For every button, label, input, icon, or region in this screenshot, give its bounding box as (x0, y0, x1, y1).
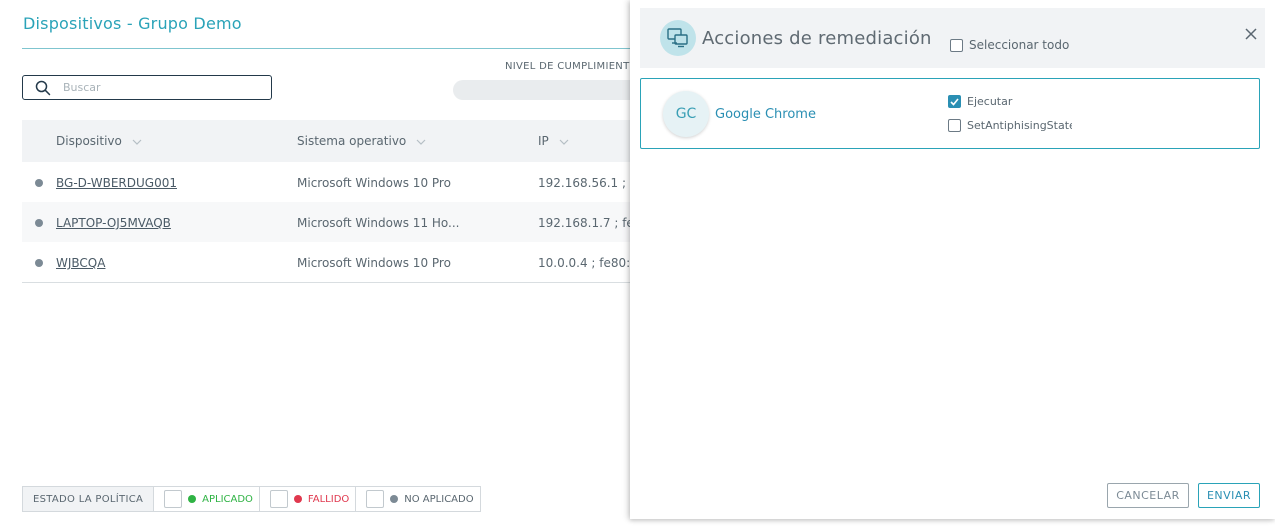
column-header-label: Dispositivo (56, 134, 122, 148)
policy-status-legend: ESTADO LA POLÍTICA APLICADO FALLIDO NO A… (22, 486, 481, 512)
chevron-down-icon (416, 136, 426, 146)
status-dot (390, 495, 399, 503)
devices-table: Dispositivo Sistema operativo IP BG-D-WB… (22, 120, 653, 283)
legend-label: ESTADO LA POLÍTICA (23, 487, 155, 511)
table-divider (22, 282, 642, 283)
search-box[interactable] (22, 75, 272, 100)
select-all-checkbox[interactable]: Seleccionar todo (950, 38, 1069, 52)
panel-header: Acciones de remediación Seleccionar todo (640, 8, 1265, 68)
app-name: Google Chrome (715, 107, 816, 122)
search-icon (35, 80, 51, 96)
checkbox-checked[interactable] (948, 95, 961, 108)
status-dot (293, 495, 302, 503)
cancel-button[interactable]: CANCELAR (1107, 483, 1189, 508)
compliance-bar (453, 80, 643, 100)
search-input[interactable] (63, 81, 243, 94)
status-dot (188, 495, 197, 503)
column-header-os[interactable]: Sistema operativo (297, 134, 426, 148)
legend-checkbox[interactable] (269, 490, 288, 508)
os-cell: Microsoft Windows 11 Ho... (297, 216, 460, 230)
option-setantiphisingstate[interactable]: SetAntiphisingState (948, 119, 1072, 132)
status-dot (35, 219, 43, 227)
close-icon[interactable] (1243, 26, 1259, 42)
legend-item-not-applied[interactable]: NO APLICADO (356, 487, 479, 511)
select-all-label: Seleccionar todo (969, 38, 1070, 52)
device-link[interactable]: LAPTOP-OJ5MVAQB (56, 216, 171, 230)
table-row: WJBCQA Microsoft Windows 10 Pro 10.0.0.4… (22, 242, 642, 282)
checkbox[interactable] (950, 38, 963, 52)
page-title: Dispositivos - Grupo Demo (23, 14, 242, 33)
table-row: LAPTOP-OJ5MVAQB Microsoft Windows 11 Ho.… (22, 202, 649, 242)
check-icon (950, 98, 959, 106)
option-label: SetAntiphisingState (967, 119, 1072, 132)
column-header-ip[interactable]: IP (538, 134, 569, 148)
table-row: BG-D-WBERDUG001 Microsoft Windows 10 Pro… (22, 162, 653, 202)
legend-item-applied[interactable]: APLICADO (154, 487, 259, 511)
os-cell: Microsoft Windows 10 Pro (297, 256, 451, 270)
legend-checkbox[interactable] (366, 490, 385, 508)
legend-item-label: FALLIDO (307, 493, 350, 505)
app-card: GC Google Chrome Ejecutar SetAntiphising… (640, 78, 1260, 149)
os-cell: Microsoft Windows 10 Pro (297, 176, 451, 190)
chevron-down-icon (132, 136, 142, 146)
send-button[interactable]: ENVIAR (1198, 483, 1260, 508)
legend-checkbox[interactable] (164, 490, 183, 508)
checkbox[interactable] (948, 119, 961, 132)
device-link[interactable]: BG-D-WBERDUG001 (56, 176, 177, 190)
avatar: GC (663, 91, 709, 137)
column-header-device[interactable]: Dispositivo (56, 134, 142, 148)
chevron-down-icon (559, 136, 569, 146)
option-ejecutar[interactable]: Ejecutar (948, 95, 1012, 108)
column-header-label: Sistema operativo (297, 134, 407, 148)
status-dot (35, 179, 43, 187)
panel-title: Acciones de remediación (702, 28, 932, 49)
table-header: Dispositivo Sistema operativo IP (22, 120, 642, 162)
devices-icon (660, 20, 696, 56)
device-link[interactable]: WJBCQA (56, 256, 105, 270)
compliance-label: NIVEL DE CUMPLIMIENTO (505, 61, 638, 72)
column-header-label: IP (538, 134, 549, 148)
option-label: Ejecutar (967, 95, 1013, 108)
title-divider (22, 48, 642, 49)
legend-item-label: APLICADO (202, 493, 253, 505)
status-dot (35, 259, 43, 267)
ip-cell: 10.0.0.4 ; fe80::4 (538, 256, 642, 270)
remediation-panel: Acciones de remediación Seleccionar todo… (630, 0, 1275, 519)
legend-item-label: NO APLICADO (404, 493, 474, 505)
legend-item-failed[interactable]: FALLIDO (260, 487, 355, 511)
